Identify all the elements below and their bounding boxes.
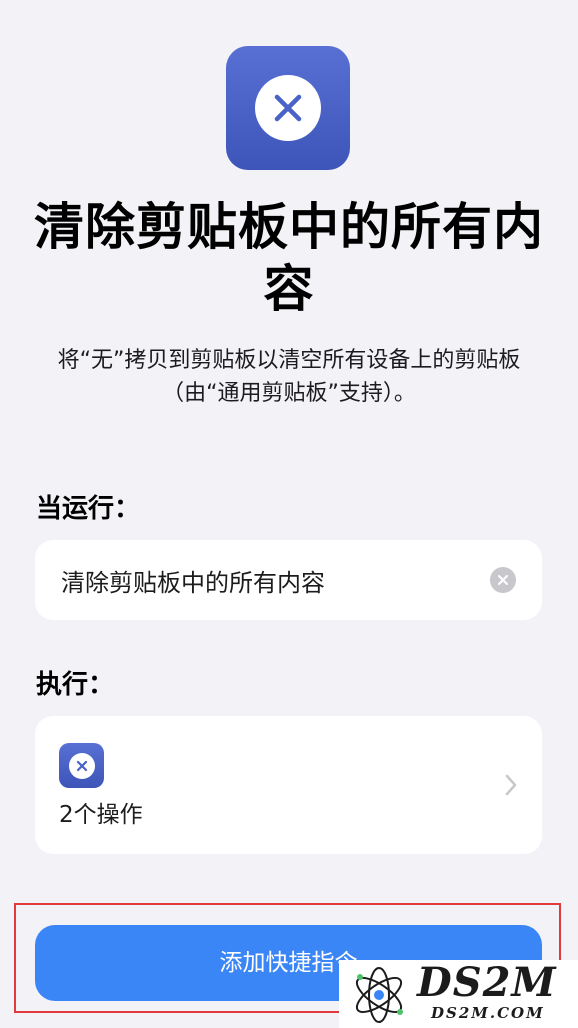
shortcut-name-input[interactable]: 清除剪贴板中的所有内容 <box>61 563 478 598</box>
shortcut-name-field[interactable]: 清除剪贴板中的所有内容 <box>35 540 542 620</box>
perform-label: 执行： <box>36 670 115 700</box>
close-icon-background <box>68 752 95 779</box>
action-icon <box>59 743 104 788</box>
when-run-label: 当运行： <box>36 494 141 524</box>
watermark-brand: DS2M <box>417 960 557 1006</box>
watermark-site: DS2M.COM <box>431 1004 545 1022</box>
close-icon <box>76 760 87 771</box>
close-icon <box>274 94 302 122</box>
atom-logo-icon <box>355 967 403 1023</box>
shortcut-app-icon <box>226 46 350 170</box>
shortcut-title: 清除剪贴板中的所有内容 <box>34 198 544 318</box>
actions-card[interactable]: 2个操作 <box>35 716 542 854</box>
action-count: 2个操作 <box>59 802 143 828</box>
watermark: DS2M DS2M.COM <box>339 960 578 1028</box>
chevron-right-icon <box>505 774 517 796</box>
shortcut-description: 将“无”拷贝到剪贴板以清空所有设备上的剪贴板（由“通用剪贴板”支持）。 <box>57 348 521 406</box>
clear-input-button[interactable] <box>490 567 516 593</box>
close-icon-background <box>255 75 321 141</box>
clear-circle-icon <box>498 575 508 585</box>
